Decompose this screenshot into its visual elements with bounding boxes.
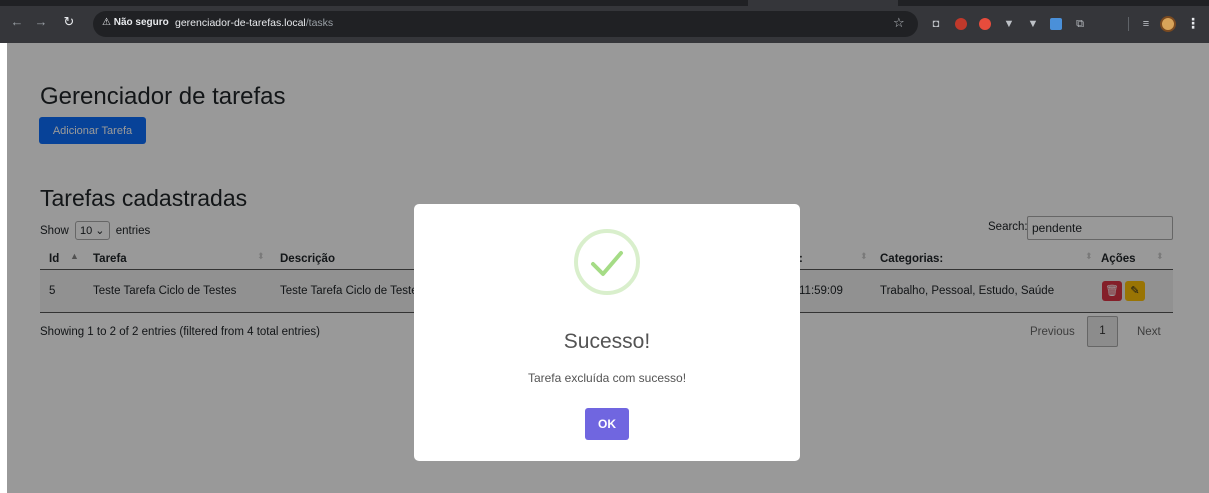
back-icon[interactable]: ←	[8, 14, 26, 29]
reading-list-icon[interactable]: ≡	[1140, 18, 1152, 30]
stop-extension-icon[interactable]	[979, 18, 991, 30]
forward-icon[interactable]: →	[32, 14, 50, 29]
red-extension-icon[interactable]	[955, 18, 967, 30]
url-text[interactable]: gerenciador-de-tarefas.local/tasks	[175, 17, 333, 29]
not-secure-badge[interactable]: ⚠ Não seguro	[102, 17, 169, 28]
ok-button[interactable]: OK	[585, 408, 629, 440]
extensions-puzzle-icon[interactable]: ⧉	[1074, 18, 1086, 30]
translate-extension-icon[interactable]	[1050, 18, 1062, 30]
browser-toolbar: ← → ↻ ⚠ Não seguro gerenciador-de-tarefa…	[0, 6, 1209, 43]
toolbar-divider	[1128, 17, 1129, 31]
bookmark-star-icon[interactable]: ☆	[893, 15, 905, 31]
address-bar[interactable]: ⚠ Não seguro gerenciador-de-tarefas.loca…	[93, 11, 918, 37]
camera-extension-icon[interactable]: ◘	[930, 18, 942, 30]
profile-avatar[interactable]	[1160, 16, 1176, 32]
dialog-title: Sucesso!	[563, 330, 651, 353]
success-dialog: Sucesso! Tarefa excluída com sucesso! OK	[414, 204, 800, 461]
success-check-icon	[574, 229, 640, 295]
menu-kebab-icon[interactable]: ⋮	[1186, 15, 1200, 32]
browser-window: ← → ↻ ⚠ Não seguro gerenciador-de-tarefa…	[0, 0, 1209, 493]
url-host: gerenciador-de-tarefas.local	[175, 17, 306, 29]
url-path: /tasks	[305, 17, 334, 29]
v-extension-icon[interactable]: ▼	[1003, 18, 1015, 30]
reload-icon[interactable]: ↻	[60, 14, 78, 30]
dialog-message: Tarefa excluída com sucesso!	[527, 371, 687, 385]
v2-extension-icon[interactable]: ▼	[1027, 18, 1039, 30]
